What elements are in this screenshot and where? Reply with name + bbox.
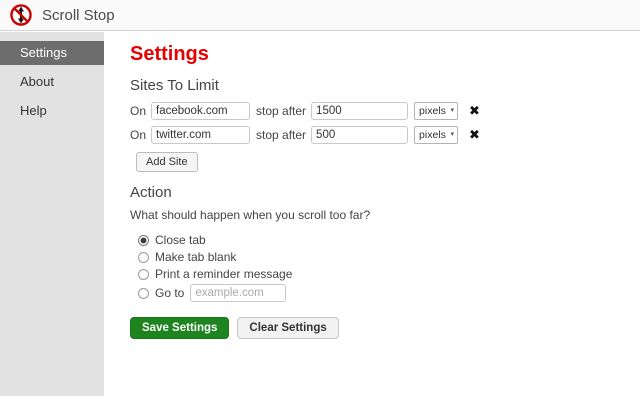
site-limit-row: On stop after pixels ▾ ✖ — [130, 126, 640, 144]
action-section: Action What should happen when you scrol… — [130, 185, 640, 303]
save-settings-button[interactable]: Save Settings — [130, 317, 229, 339]
on-label: On — [130, 128, 146, 142]
radio-option-goto: Go to — [138, 284, 640, 302]
sidebar-item-settings[interactable]: Settings — [0, 41, 104, 65]
page-title: Settings — [130, 43, 640, 65]
app-header: Scroll Stop — [0, 0, 640, 31]
go-to-radio[interactable] — [138, 288, 149, 299]
radio-label: Print a reminder message — [155, 267, 292, 281]
app-title: Scroll Stop — [42, 7, 115, 24]
unit-select[interactable]: pixels ▾ — [414, 102, 458, 120]
delete-site-icon[interactable]: ✖ — [469, 104, 480, 117]
scroll-limit-input[interactable] — [311, 102, 408, 120]
sidebar-item-about[interactable]: About — [0, 70, 104, 94]
unit-select-value: pixels — [419, 129, 446, 141]
stop-after-label: stop after — [256, 104, 306, 118]
chevron-down-icon: ▾ — [451, 131, 455, 138]
clear-settings-button[interactable]: Clear Settings — [237, 317, 338, 339]
radio-option-close-tab: Close tab — [138, 233, 640, 247]
print-reminder-radio[interactable] — [138, 269, 149, 280]
stop-after-label: stop after — [256, 128, 306, 142]
close-tab-radio[interactable] — [138, 235, 149, 246]
radio-option-make-blank: Make tab blank — [138, 250, 640, 264]
goto-url-input[interactable] — [190, 284, 286, 302]
site-url-input[interactable] — [151, 102, 250, 120]
add-site-button[interactable]: Add Site — [136, 152, 198, 172]
action-section-heading: Action — [130, 185, 640, 202]
scroll-limit-input[interactable] — [311, 126, 408, 144]
action-question: What should happen when you scroll too f… — [130, 208, 640, 222]
on-label: On — [130, 104, 146, 118]
sites-section-heading: Sites To Limit — [130, 78, 640, 95]
radio-label: Go to — [155, 286, 184, 300]
unit-select-value: pixels — [419, 105, 446, 117]
radio-label: Make tab blank — [155, 250, 236, 264]
site-url-input[interactable] — [151, 126, 250, 144]
main-content: Settings Sites To Limit On stop after pi… — [104, 32, 640, 400]
make-tab-blank-radio[interactable] — [138, 252, 149, 263]
scroll-stop-logo-icon — [10, 4, 32, 26]
sidebar-item-help[interactable]: Help — [0, 99, 104, 123]
chevron-down-icon: ▾ — [451, 107, 455, 114]
delete-site-icon[interactable]: ✖ — [469, 128, 480, 141]
unit-select[interactable]: pixels ▾ — [414, 126, 458, 144]
radio-option-reminder: Print a reminder message — [138, 267, 640, 281]
sidebar-nav: Settings About Help — [0, 32, 104, 396]
radio-label: Close tab — [155, 233, 206, 247]
site-limit-row: On stop after pixels ▾ ✖ — [130, 102, 640, 120]
settings-buttons: Save Settings Clear Settings — [130, 317, 640, 339]
